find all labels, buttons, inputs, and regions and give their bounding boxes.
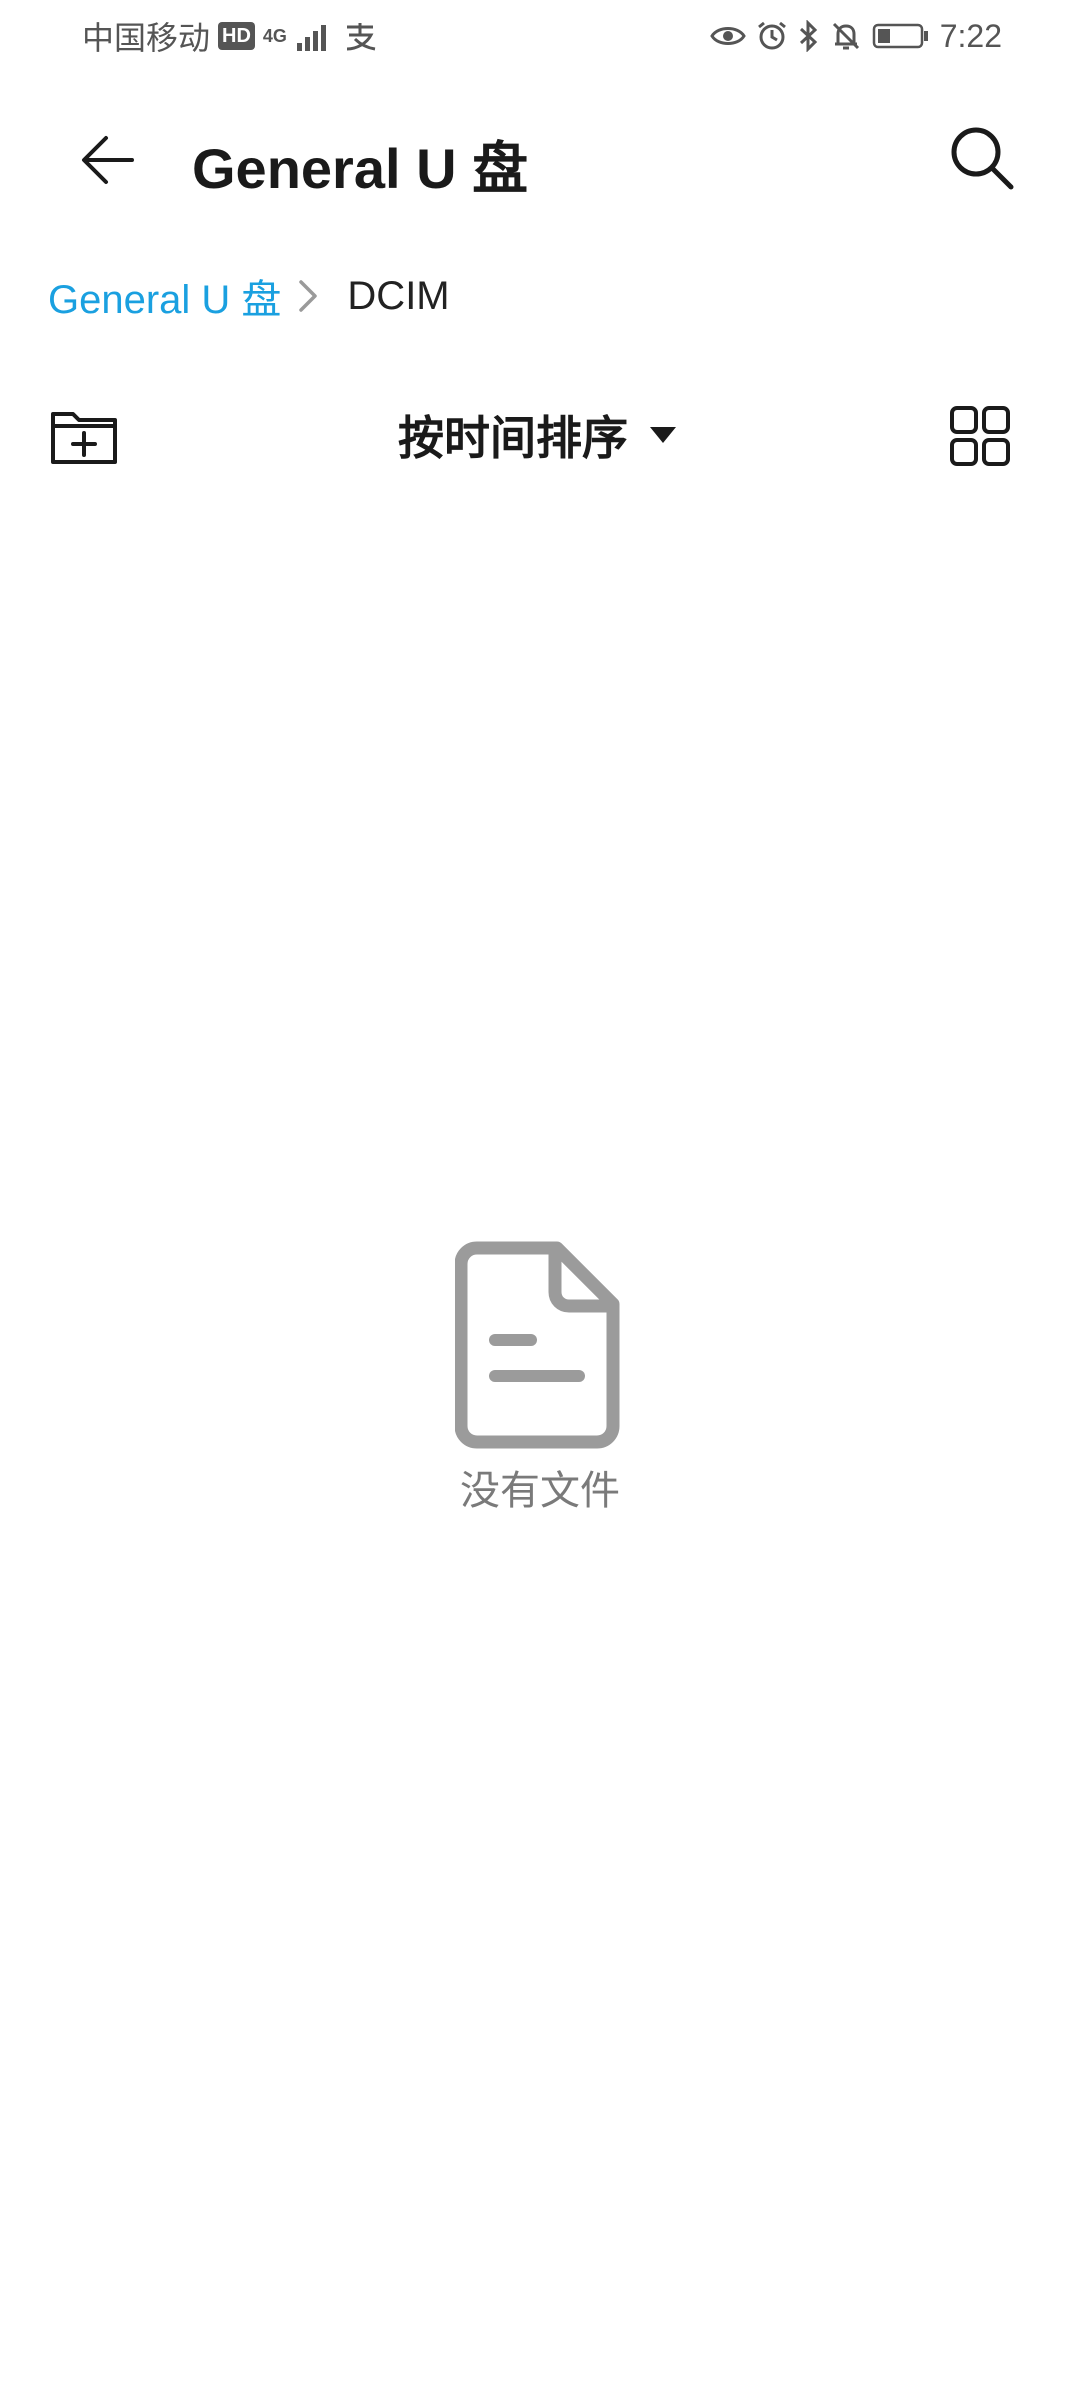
back-arrow-icon: [82, 136, 134, 184]
status-bar: 中国移动 HD 4G 7:22: [0, 0, 1080, 72]
empty-message: 没有文件: [460, 1469, 620, 1513]
bluetooth-icon: [798, 20, 820, 52]
dropdown-triangle-icon: [650, 427, 676, 443]
new-folder-icon: [51, 412, 117, 464]
sort-dropdown[interactable]: 按时间排序: [398, 400, 678, 470]
hd-badge: HD: [218, 22, 255, 50]
grid-view-button[interactable]: [940, 396, 1020, 476]
search-button[interactable]: [934, 110, 1030, 206]
page-title: General U 盘: [192, 137, 529, 200]
chevron-right-icon: [297, 276, 319, 316]
battery-icon: [872, 22, 930, 50]
empty-file-icon: [455, 1241, 620, 1449]
toolbar: 按时间排序: [0, 390, 1080, 480]
back-button[interactable]: [60, 112, 156, 208]
new-folder-button[interactable]: [44, 398, 124, 474]
network-type: 4G: [262, 26, 287, 46]
signal-icon: [295, 21, 335, 51]
search-icon: [951, 127, 1014, 190]
status-right: 7:22: [709, 14, 1002, 58]
mute-bell-icon: [830, 20, 862, 52]
sort-label: 按时间排序: [398, 412, 628, 464]
alipay-icon: [343, 21, 377, 51]
clock-time: 7:22: [939, 17, 1002, 54]
empty-state: 没有文件: [0, 1240, 1080, 1516]
breadcrumb-current[interactable]: DCIM: [347, 274, 449, 319]
carrier-name: 中国移动: [82, 20, 211, 56]
eye-icon: [709, 22, 746, 50]
breadcrumb: General U 盘 DCIM: [48, 266, 450, 326]
status-left: 中国移动 HD 4G: [82, 14, 377, 58]
breadcrumb-root[interactable]: General U 盘: [48, 267, 281, 325]
app-bar: General U 盘: [0, 96, 1080, 216]
grid-view-icon: [950, 406, 1010, 466]
alarm-icon: [756, 20, 788, 52]
